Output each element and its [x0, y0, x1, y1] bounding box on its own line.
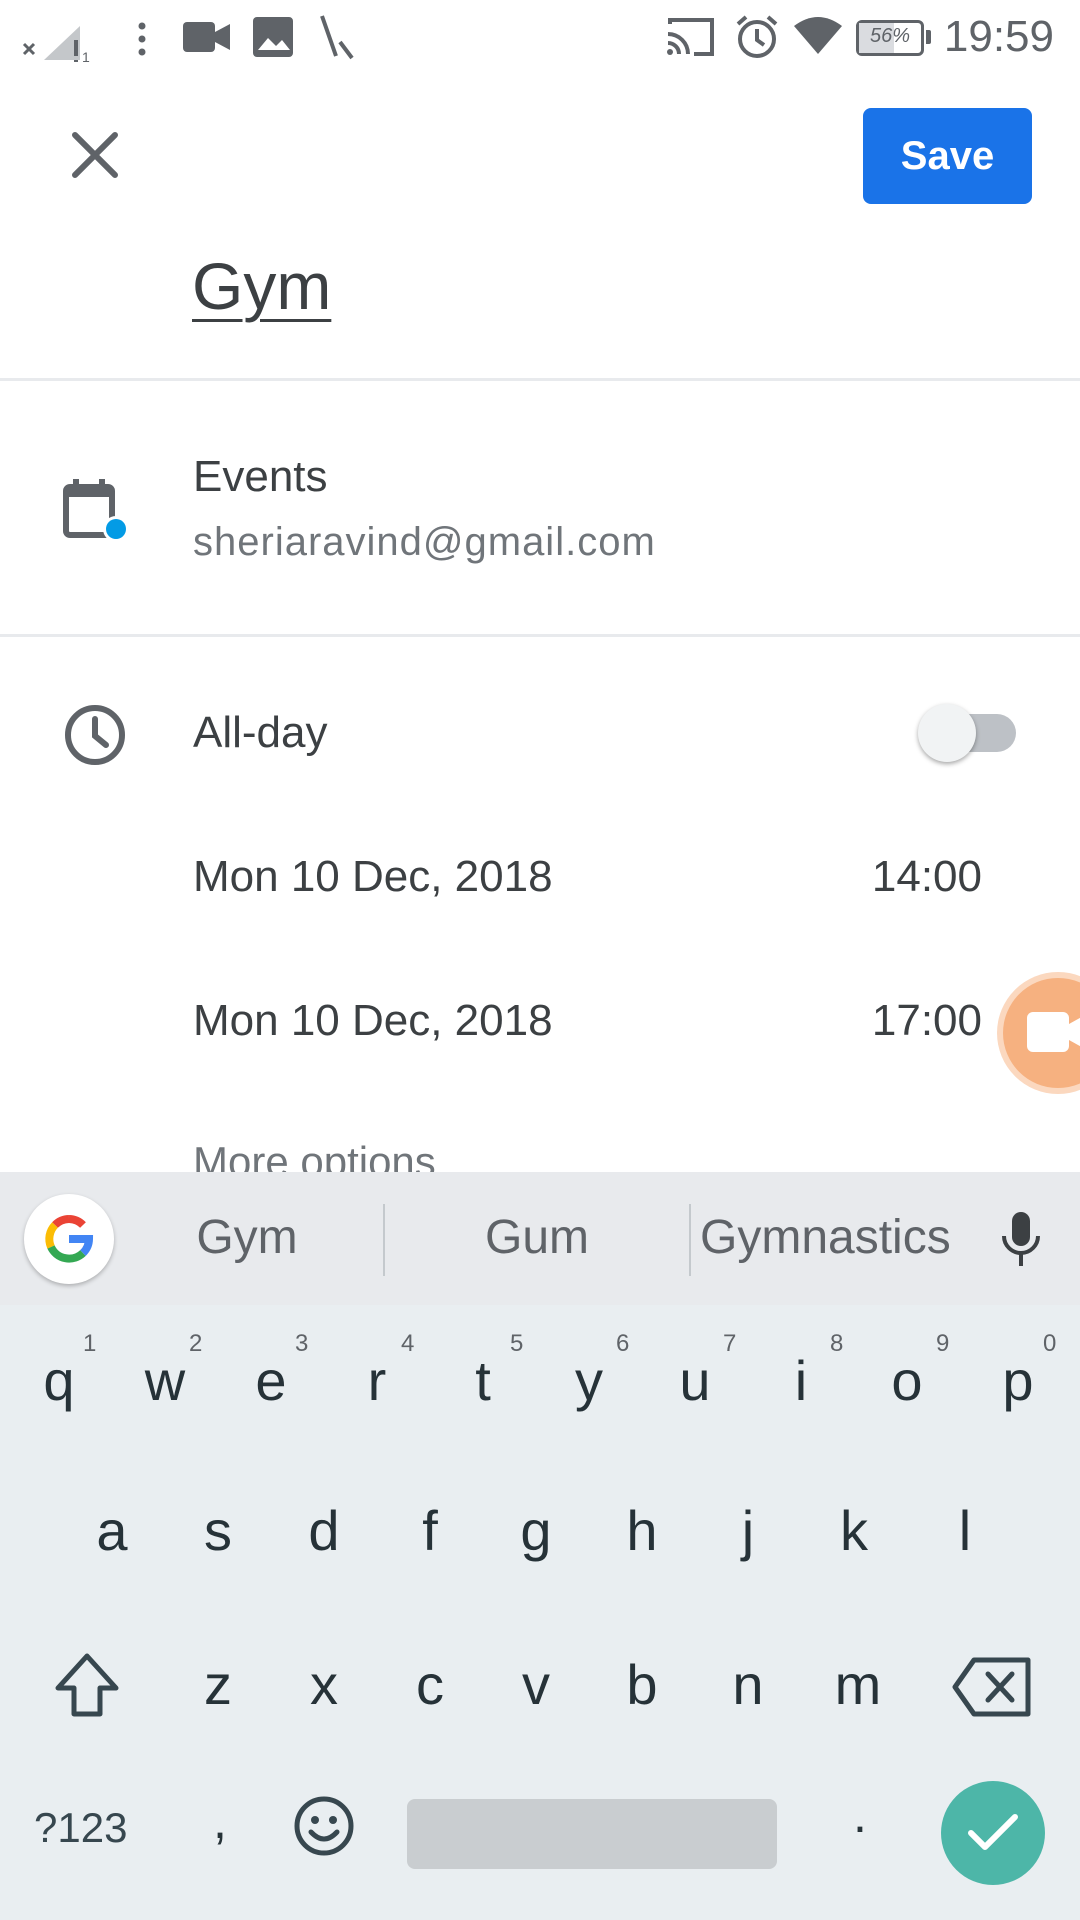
- calendar-name[interactable]: Events: [193, 452, 328, 502]
- key-hint: 7: [723, 1330, 737, 1357]
- close-icon[interactable]: [55, 115, 135, 195]
- key-h[interactable]: h: [592, 1498, 692, 1563]
- backspace-key[interactable]: [952, 1656, 1032, 1718]
- key-x[interactable]: x: [274, 1652, 374, 1717]
- video-icon: [183, 22, 230, 52]
- end-date[interactable]: Mon 10 Dec, 2018: [193, 996, 553, 1046]
- key-d[interactable]: d: [274, 1498, 374, 1563]
- suggestion-separator: [383, 1204, 385, 1276]
- key-j[interactable]: j: [698, 1498, 798, 1563]
- battery-percent: 56%: [869, 25, 911, 47]
- battery-icon: 56%: [856, 20, 924, 56]
- more-vert-icon: [138, 22, 146, 56]
- suggestion-separator: [689, 1204, 691, 1276]
- event-title-input[interactable]: Gym: [192, 248, 331, 324]
- key-hint: 0: [1043, 1330, 1057, 1357]
- enter-key[interactable]: [941, 1781, 1045, 1885]
- all-day-toggle-thumb[interactable]: [918, 704, 976, 762]
- key-k[interactable]: k: [804, 1498, 904, 1563]
- key-hint: 8: [830, 1330, 844, 1357]
- key-z[interactable]: z: [168, 1652, 268, 1717]
- battery-tip: [926, 30, 931, 44]
- cast-icon: [667, 18, 714, 56]
- suggestion-2[interactable]: Gum: [452, 1210, 622, 1265]
- shift-key[interactable]: [52, 1650, 122, 1720]
- google-icon: [45, 1215, 94, 1263]
- key-l[interactable]: l: [915, 1498, 1015, 1563]
- clock-icon: [65, 705, 125, 765]
- status-time: 19:59: [943, 12, 1054, 61]
- key-m[interactable]: m: [808, 1652, 908, 1717]
- end-time[interactable]: 17:00: [872, 996, 982, 1046]
- calendar-icon: [63, 479, 129, 542]
- comma-key[interactable]: ,: [170, 1792, 270, 1850]
- emoji-icon[interactable]: [292, 1794, 356, 1858]
- alarm-icon: [736, 15, 778, 58]
- key-g[interactable]: g: [486, 1498, 586, 1563]
- key-hint: 5: [510, 1330, 524, 1357]
- svg-text:1: 1: [82, 49, 90, 62]
- google-button[interactable]: [24, 1194, 114, 1284]
- key-hint: 1: [83, 1330, 97, 1357]
- suggestion-1[interactable]: Gym: [162, 1210, 332, 1265]
- key-b[interactable]: b: [592, 1652, 692, 1717]
- save-button[interactable]: Save: [863, 108, 1032, 204]
- key-hint: 9: [936, 1330, 950, 1357]
- signal-off-icon: 1: [22, 26, 90, 62]
- key-c[interactable]: c: [380, 1652, 480, 1717]
- account-email[interactable]: sheriaravind@gmail.com: [193, 520, 656, 565]
- symbols-key[interactable]: ?123: [34, 1804, 127, 1852]
- mic-icon[interactable]: [998, 1210, 1044, 1270]
- key-hint: 3: [295, 1330, 309, 1357]
- key-f[interactable]: f: [380, 1498, 480, 1563]
- key-n[interactable]: n: [698, 1652, 798, 1717]
- divider: [0, 634, 1080, 637]
- divider: [0, 378, 1080, 381]
- key-hint: 6: [616, 1330, 630, 1357]
- cursor-icon: [320, 15, 354, 60]
- suggestion-3[interactable]: Gymnastics: [700, 1210, 951, 1265]
- start-time[interactable]: 14:00: [872, 852, 982, 902]
- key-a[interactable]: a: [62, 1498, 162, 1563]
- status-bar: 1 56% 19:59: [0, 0, 1080, 75]
- video-call-fab[interactable]: [1003, 978, 1080, 1088]
- key-hint: 2: [189, 1330, 203, 1357]
- check-icon: [968, 1814, 1018, 1850]
- space-key[interactable]: [407, 1799, 777, 1869]
- video-call-icon: [1027, 1012, 1080, 1052]
- keyboard: Gym Gum Gymnastics q w e r t y u i o p 1…: [0, 1172, 1080, 1920]
- key-s[interactable]: s: [168, 1498, 268, 1563]
- image-icon: [253, 17, 293, 57]
- wifi-icon: [794, 17, 842, 54]
- start-date[interactable]: Mon 10 Dec, 2018: [193, 852, 553, 902]
- key-v[interactable]: v: [486, 1652, 586, 1717]
- all-day-label: All-day: [193, 708, 328, 757]
- period-key[interactable]: .: [810, 1786, 910, 1844]
- key-hint: 4: [401, 1330, 415, 1357]
